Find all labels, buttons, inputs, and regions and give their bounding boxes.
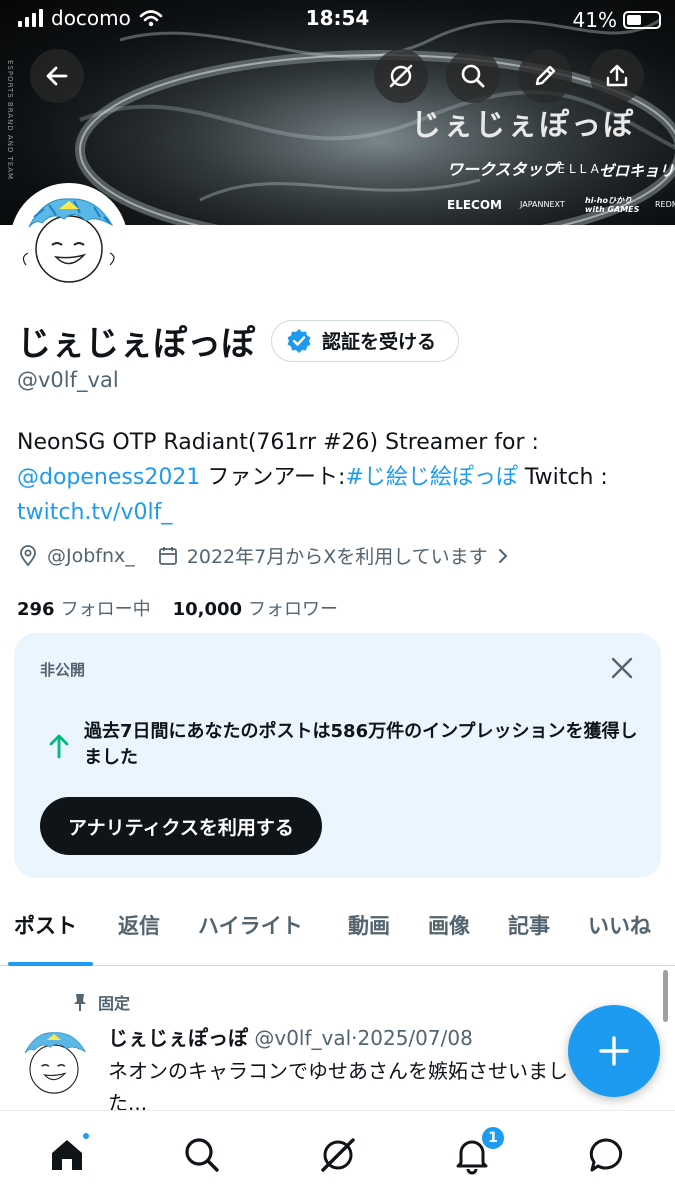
profile-banner: ESPORTS BRAND AND TEAM docomo 18:54 41% [0,0,675,225]
close-card-button[interactable] [609,655,635,685]
chat-bubble-icon [589,1138,623,1172]
tab-likes[interactable]: いいね [588,910,651,940]
analytics-promo-card: 非公開 過去7日間にあなたのポストは586万件のインプレッションを獲得しました … [14,633,661,878]
pinned-label: 固定 [98,994,131,1013]
arrow-up-icon [49,734,69,759]
close-icon [611,657,633,679]
post-date[interactable]: 2025/07/08 [358,1026,473,1050]
profile-meta: @Jobfnx_ 2022年7月からXを利用しています [17,542,532,569]
sponsor-logo: CELLA [545,162,603,176]
followers-label: フォロワー [248,599,339,620]
bio-url-link[interactable]: twitch.tv/v0lf_ [17,500,172,525]
following-count: 296 [17,599,55,620]
avatar-drawing [14,187,124,297]
grok-icon [389,64,413,88]
nav-search[interactable] [180,1133,224,1177]
bio-text: NeonSG OTP Radiant(761rr #26) Streamer f… [17,430,539,455]
profile-bio: NeonSG OTP Radiant(761rr #26) Streamer f… [17,425,657,530]
back-arrow-icon [46,66,68,86]
bio-text: ファンアート: [200,465,346,490]
post-author-handle[interactable]: @v0lf_val [254,1026,351,1050]
tab-images[interactable]: 画像 [428,910,470,940]
banner-title: じぇじぇぽっぽ [411,108,635,143]
impressions-trend [48,733,70,763]
tab-videos[interactable]: 動画 [348,910,390,940]
following-link[interactable]: 296 フォロー中 [17,595,151,621]
banner-side-text: ESPORTS BRAND AND TEAM [6,60,14,181]
verified-badge-icon [287,328,311,353]
joined-text: 2022年7月からXを利用しています [186,546,488,568]
search-icon [461,64,485,88]
get-verified-label: 認証を受ける [322,331,437,353]
followers-count: 10,000 [172,599,243,620]
bio-text: Twitch : [517,465,608,490]
share-button[interactable] [590,49,644,103]
active-tab-indicator [8,962,93,966]
sponsor-logo: ELECOM [447,198,502,212]
compose-post-button[interactable] [568,1005,660,1097]
bio-hashtag-link[interactable]: #じ絵じ絵ぽっぽ [345,465,517,490]
sponsor-logo: ワークスタップ [447,160,559,179]
scrollbar[interactable] [663,970,668,1022]
private-label: 非公開 [40,661,86,679]
edit-pencil-icon [535,65,556,86]
profile-tabs: ポスト 返信 ハイライト 動画 画像 記事 いいね [0,896,675,966]
plus-icon [599,1036,629,1066]
chevron-right-icon [498,548,508,563]
bio-mention-link[interactable]: @dopeness2021 [17,465,200,490]
joined-item[interactable]: 2022年7月からXを利用しています [157,542,510,569]
profile-avatar[interactable] [10,183,128,301]
profile-name-row: じぇじぇぽっぽ 認証を受ける [17,316,460,365]
tab-articles[interactable]: 記事 [508,910,550,940]
battery-percent: 41% [572,8,617,32]
sponsor-logo: JAPANNEXT [520,200,565,209]
search-profile-button[interactable] [446,49,500,103]
bottom-navigation: 1 [0,1110,675,1200]
home-icon [52,1140,82,1170]
search-icon [185,1138,219,1172]
sponsor-logo: ゼロキョリ [599,162,675,180]
nav-messages[interactable] [585,1133,629,1177]
tab-posts[interactable]: ポスト [14,910,77,940]
location-icon [20,544,36,566]
use-analytics-button[interactable]: アナリティクスを利用する [40,797,322,855]
nav-notifications[interactable]: 1 [450,1125,506,1177]
back-button[interactable] [30,49,84,103]
pinned-indicator: 固定 [72,990,130,1014]
post-author-avatar[interactable] [14,1024,94,1104]
share-icon [606,64,628,87]
followers-link[interactable]: 10,000 フォロワー [173,595,338,621]
grok-icon [321,1138,355,1172]
status-bar: docomo 18:54 41% [0,0,675,40]
sponsor-logo: hi-hoひかり with GAMES [585,196,640,214]
follow-stats: 296 フォロー中 10,000 フォロワー [17,595,338,621]
battery-info: 41% [573,8,661,32]
battery-icon [623,11,661,29]
following-label: フォロー中 [60,599,151,620]
notifications-badge: 1 [480,1125,506,1151]
pin-icon [74,994,86,1011]
post-author-name[interactable]: じぇじぇぽっぽ [108,1026,248,1050]
calendar-icon [158,546,177,565]
nav-grok[interactable] [316,1133,360,1177]
location-item: @Jobfnx_ [17,545,135,567]
tab-replies[interactable]: 返信 [118,910,160,940]
sponsor-logo: REDMAGIC [655,200,675,209]
tab-highlights[interactable]: ハイライト [198,910,303,940]
post-header: じぇじぇぽっぽ @v0lf_val·2025/07/08 [108,1022,473,1051]
avatar-drawing [14,1024,94,1104]
home-notification-dot [81,1131,91,1141]
edit-button[interactable] [518,49,572,103]
display-name: じぇじぇぽっぽ [17,324,255,364]
grok-button[interactable] [374,49,428,103]
get-verified-button[interactable]: 認証を受ける [271,319,460,362]
impressions-message: 過去7日間にあなたのポストは586万件のインプレッションを獲得しました [84,721,638,768]
nav-home[interactable] [45,1131,91,1177]
location-text: @Jobfnx_ [47,544,135,567]
user-handle: @v0lf_val [17,368,119,392]
